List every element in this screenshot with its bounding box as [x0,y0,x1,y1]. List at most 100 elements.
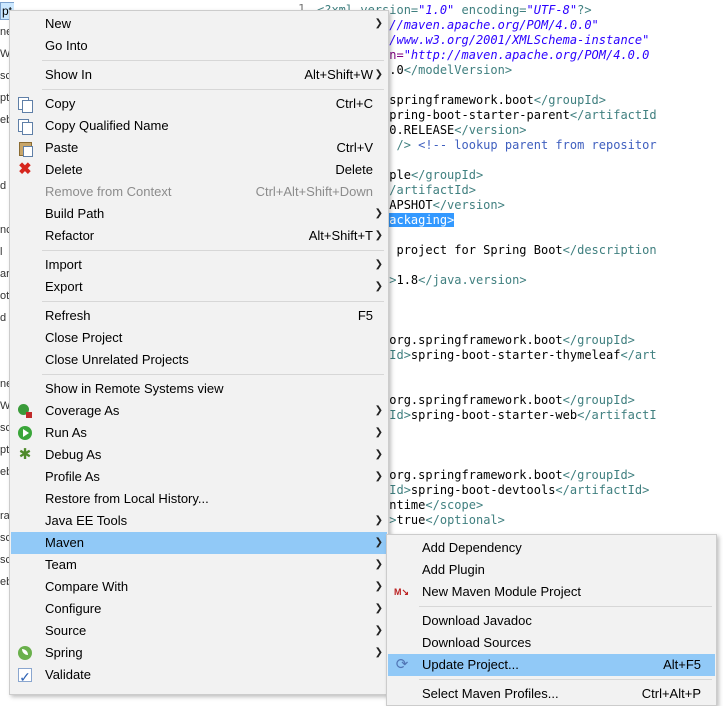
delete-icon: ✖ [18,161,32,178]
menu-item-label: Coverage As [45,403,120,418]
menu-item-new[interactable]: New ❯ [11,13,387,35]
submenu-arrow-icon: ❯ [374,647,383,658]
code-token: </description [562,243,657,257]
submenu-arrow-icon: ❯ [374,405,383,416]
menu-item-add-plugin[interactable]: Add Plugin [388,559,715,581]
menu-item-run-as[interactable]: Run As ❯ [11,422,387,444]
code-token: </artifactId> [555,483,650,497]
menu-item-compare-with[interactable]: Compare With ❯ [11,576,387,598]
menu-item-update-project[interactable]: ⟳ Update Project... Alt+F5 [388,654,715,676]
menu-item-go-into[interactable]: Go Into [11,35,387,57]
menu-item-paste[interactable]: Paste Ctrl+V [11,137,387,159]
menu-item-add-dependency[interactable]: Add Dependency [388,537,715,559]
submenu-arrow-icon: ❯ [374,259,383,270]
menu-item-source[interactable]: Source ❯ [11,620,387,642]
code-token: org.springframework.boot [389,333,563,347]
menu-item-shortcut: Alt+Shift+W [304,67,373,82]
menu-item-show-in[interactable]: Show In Alt+Shift+W ❯ [11,64,387,86]
menu-item-java-ee-tools[interactable]: Java EE Tools ❯ [11,510,387,532]
menu-item-debug-as[interactable]: ✱ Debug As ❯ [11,444,387,466]
menu-item-team[interactable]: Team ❯ [11,554,387,576]
menu-item-profile-as[interactable]: Profile As ❯ [11,466,387,488]
menu-item-show-in-remote-systems-view[interactable]: Show in Remote Systems view [11,378,387,400]
menu-item-shortcut: Ctrl+Alt+Shift+Down [255,184,373,199]
code-token: </optional> [425,513,505,527]
menu-item-coverage-as[interactable]: Coverage As ❯ [11,400,387,422]
menu-item-label: Close Project [45,330,123,345]
menu-item-label: Import [45,257,82,272]
code-token: spring-boot-starter-thymeleaf [410,348,621,362]
menu-item-restore-from-local-history[interactable]: Restore from Local History... [11,488,387,510]
menu-item-label: Restore from Local History... [45,491,209,506]
menu-item-label: Paste [45,140,79,155]
menu-item-label: Build Path [45,206,105,221]
submenu-arrow-icon: ❯ [374,471,383,482]
code-token: ?> [577,3,592,17]
menu-item-shortcut: Ctrl+Alt+P [641,686,701,701]
menu-item-label: Delete [45,162,83,177]
menu-separator [419,679,712,680]
menu-item-spring[interactable]: Spring ❯ [11,642,387,664]
maven-submenu: Add Dependency Add Plugin M↘ New Maven Modu… [386,534,717,706]
menu-item-validate[interactable]: ✓ Validate [11,664,387,686]
menu-item-label: Configure [45,601,102,616]
menu-item-label: Validate [45,667,92,682]
menu-item-label: Export [45,279,83,294]
code-token: encoding= [454,3,527,17]
menu-item-shortcut: F5 [357,308,373,323]
code-token: </groupId> [562,468,635,482]
menu-separator [42,301,384,302]
menu-item-delete[interactable]: ✖ Delete Delete [11,159,387,181]
menu-item-label: Compare With [45,579,129,594]
code-token: "http://maven.apache.org/POM/4.0.0 [403,48,650,62]
submenu-arrow-icon: ❯ [374,18,383,29]
menu-item-download-javadoc[interactable]: Download Javadoc [388,610,715,632]
menu-separator [42,60,384,61]
spring-icon [17,645,33,661]
code-token: "1.0" [418,3,455,17]
code-token: <!-- lookup parent from repositor [410,138,657,152]
code-token: spring-boot-starter-web [410,408,578,422]
code-token: </groupId> [410,168,484,182]
run-icon [17,425,33,441]
submenu-arrow-icon: ❯ [374,281,383,292]
code-token: </groupId> [533,93,606,107]
menu-item-shortcut: Alt+Shift+T [308,228,373,243]
menu-item-download-sources[interactable]: Download Sources [388,632,715,654]
menu-item-copy-qualified-name[interactable]: Copy Qualified Name [11,115,387,137]
menu-item-build-path[interactable]: Build Path ❯ [11,203,387,225]
menu-item-close-project[interactable]: Close Project [11,327,387,349]
menu-item-configure[interactable]: Configure ❯ [11,598,387,620]
code-token: "UTF-8" [526,3,578,17]
menu-item-shortcut: Ctrl+C [335,96,373,111]
menu-item-new-maven-module-project[interactable]: M↘ New Maven Module Project [388,581,715,603]
copy-icon [17,96,33,113]
validate-check-icon: ✓ [18,668,32,685]
menu-item-label: Team [45,557,77,572]
menu-item-label: Profile As [45,469,100,484]
code-token: Demo project for Spring Boot [360,243,563,257]
menu-item-label: New [45,16,72,31]
menu-item-import[interactable]: Import ❯ [11,254,387,276]
menu-item-label: Show In [45,67,92,82]
menu-item-close-unrelated-projects[interactable]: Close Unrelated Projects [11,349,387,371]
menu-item-maven[interactable]: Maven ❯ [11,532,387,554]
menu-item-label: Refresh [45,308,91,323]
copy-icon [17,118,33,135]
submenu-arrow-icon: ❯ [374,230,383,241]
menu-item-export[interactable]: Export ❯ [11,276,387,298]
menu-item-label: Add Dependency [422,540,522,555]
project-context-menu: New ❯ Go Into Show In Alt+Shift+W ❯ Copy Ctrl+C… [9,10,389,695]
submenu-arrow-icon: ❯ [374,515,383,526]
menu-item-refresh[interactable]: Refresh F5 [11,305,387,327]
menu-item-label: Java EE Tools [45,513,128,528]
code-token: org.springframework.boot [389,393,563,407]
menu-item-select-maven-profiles[interactable]: Select Maven Profiles... Ctrl+Alt+P [388,683,715,705]
menu-item-copy[interactable]: Copy Ctrl+C [11,93,387,115]
code-token: </artifactId> [382,183,476,197]
code-token: </art [620,348,657,362]
menu-item-label: Run As [45,425,87,440]
code-token: spring-boot-devtools [410,483,556,497]
menu-item-refactor[interactable]: Refactor Alt+Shift+T ❯ [11,225,387,247]
code-token: </version> [454,123,527,137]
